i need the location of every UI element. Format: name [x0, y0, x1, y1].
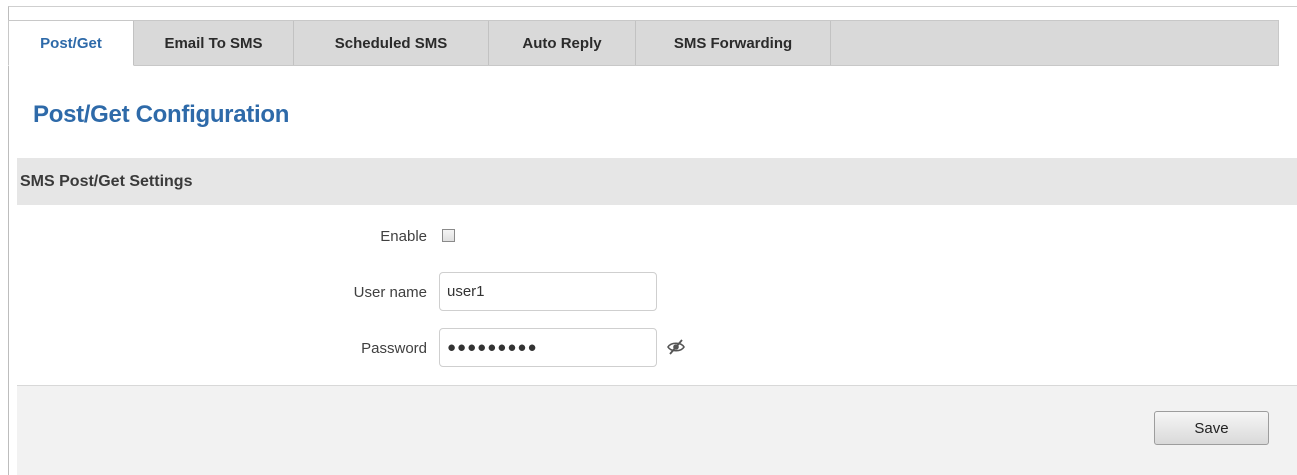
- section-title: SMS Post/Get Settings: [20, 172, 193, 190]
- tab-email-to-sms[interactable]: Email To SMS: [134, 21, 294, 65]
- tab-post-get[interactable]: Post/Get: [8, 21, 134, 66]
- tab-scheduled-sms[interactable]: Scheduled SMS: [294, 21, 489, 65]
- enable-checkbox[interactable]: [442, 229, 455, 242]
- password-value: ●●●●●●●●●: [447, 339, 538, 356]
- password-row: Password ●●●●●●●●●: [17, 328, 1297, 368]
- eye-slash-icon[interactable]: [666, 338, 686, 356]
- page-title: Post/Get Configuration: [33, 101, 290, 128]
- username-label: User name: [353, 283, 427, 301]
- password-label: Password: [361, 339, 427, 357]
- username-value: user1: [447, 283, 485, 300]
- enable-label: Enable: [380, 227, 427, 245]
- tab-bar: Post/Get Email To SMS Scheduled SMS Auto…: [8, 20, 1279, 66]
- form-footer: Save: [17, 385, 1297, 475]
- password-input[interactable]: ●●●●●●●●●: [439, 328, 657, 367]
- tab-auto-reply[interactable]: Auto Reply: [489, 21, 636, 65]
- tab-sms-forwarding[interactable]: SMS Forwarding: [636, 21, 831, 65]
- tab-bar-filler: [831, 21, 1279, 65]
- username-input[interactable]: user1: [439, 272, 657, 311]
- save-button[interactable]: Save: [1154, 411, 1269, 445]
- username-row: User name user1: [17, 272, 1297, 312]
- enable-row: Enable: [17, 216, 1297, 256]
- section-header: SMS Post/Get Settings: [17, 158, 1297, 205]
